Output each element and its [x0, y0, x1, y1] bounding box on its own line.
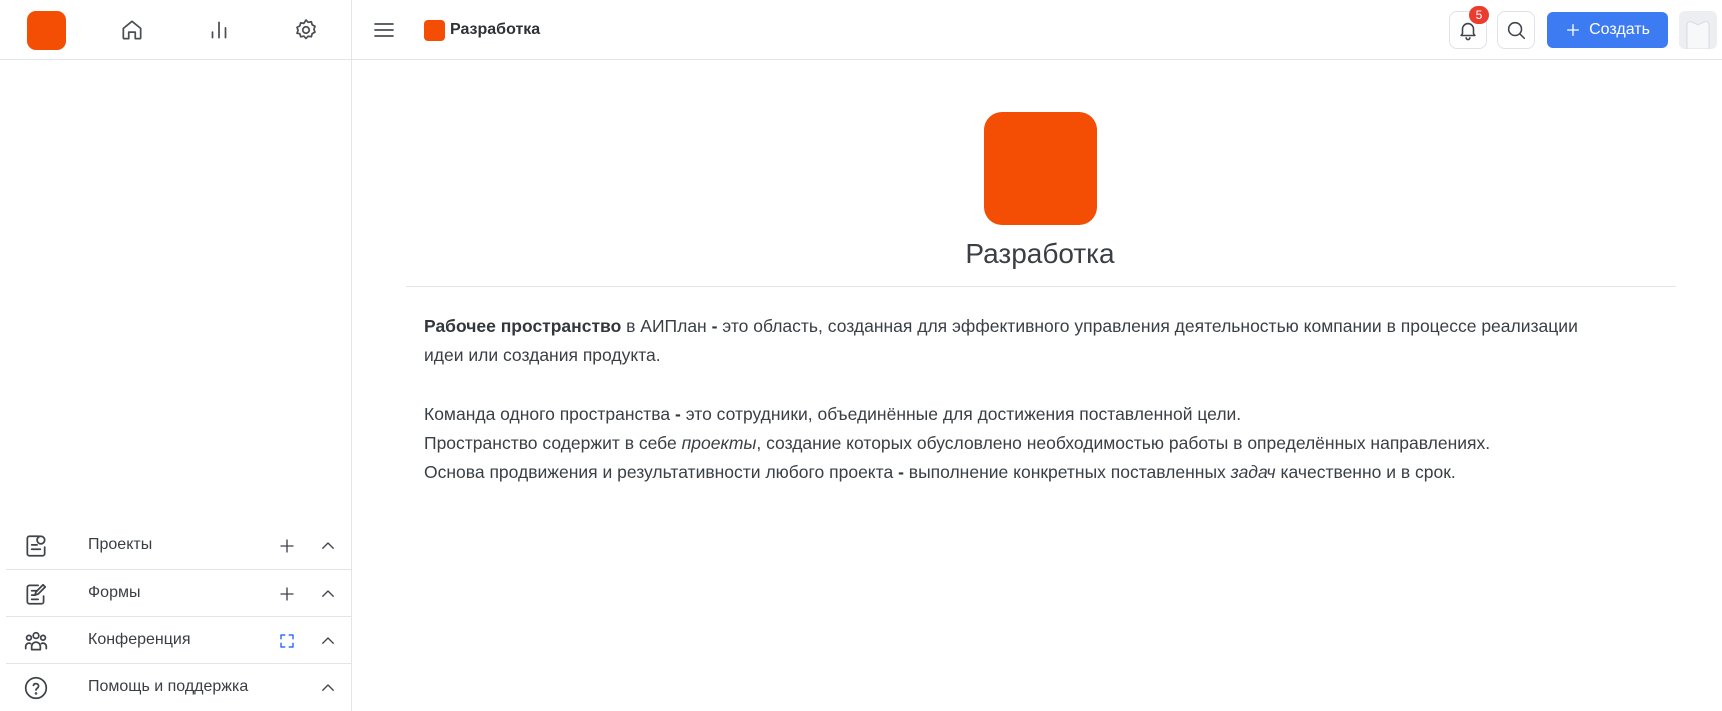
top-header: Разработка 5 Создать [352, 0, 1722, 60]
create-button-label: Создать [1589, 21, 1650, 38]
sidebar-top-bar [0, 0, 352, 60]
workspace-logo[interactable] [27, 11, 66, 50]
workspace-chip-icon [424, 20, 445, 41]
sidebar-item-help[interactable]: Помощь и поддержка [6, 663, 352, 709]
projects-icon [22, 532, 50, 560]
text-span: это сотрудники, объединённые для достиже… [680, 404, 1242, 424]
description-paragraph-2: Команда одного пространства - это сотруд… [424, 400, 1604, 429]
search-icon [1507, 21, 1526, 40]
description-paragraph-1: Рабочее пространство в АИПлан - это обла… [424, 312, 1604, 370]
sidebar-item-conference[interactable]: Конференция [6, 616, 352, 662]
chevron-up-icon[interactable] [316, 676, 340, 700]
bold-term: Рабочее пространство [424, 316, 622, 336]
text-span: , создание которых обусловлено необходим… [756, 433, 1491, 453]
workspace-description: Рабочее пространство в АИПлан - это обла… [424, 312, 1604, 487]
gear-icon[interactable] [290, 14, 322, 46]
divider [406, 286, 1676, 287]
sidebar-item-forms[interactable]: Формы [6, 569, 352, 615]
description-paragraph-3: Пространство содержит в себе проекты, со… [424, 429, 1604, 458]
text-span: в АИПлан [621, 316, 712, 336]
forms-icon [22, 580, 50, 608]
page-title: Разработка [965, 238, 1115, 269]
plus-icon [1567, 24, 1580, 36]
sidebar-item-projects[interactable]: Проекты [6, 522, 352, 568]
sidebar-item-label: Проекты [88, 536, 153, 553]
home-icon[interactable] [116, 14, 148, 46]
avatar[interactable] [1679, 11, 1717, 49]
notification-count-badge: 5 [1469, 6, 1489, 24]
chevron-up-icon[interactable] [316, 534, 340, 558]
text-span: Пространство содержит в себе [424, 433, 682, 453]
help-icon [22, 674, 50, 702]
chart-icon[interactable] [203, 14, 235, 46]
description-paragraph-4: Основа продвижения и результативности лю… [424, 458, 1604, 487]
chevron-up-icon[interactable] [316, 582, 340, 606]
text-span: Основа продвижения и результативности лю… [424, 462, 899, 482]
create-button[interactable]: Создать [1547, 12, 1668, 48]
breadcrumb-workspace[interactable]: Разработка [450, 21, 540, 39]
workspace-logo-large [984, 112, 1097, 225]
text-span: Команда одного пространства [424, 404, 676, 424]
text-span: выполнение конкретных поставленных [903, 462, 1231, 482]
add-form-button[interactable] [275, 582, 299, 606]
chevron-up-icon[interactable] [316, 629, 340, 653]
sidebar-item-label: Помощь и поддержка [88, 678, 249, 695]
italic-term: задач [1230, 462, 1276, 482]
expand-icon[interactable] [275, 629, 299, 653]
italic-term: проекты [681, 433, 757, 453]
people-icon [22, 627, 50, 655]
sidebar-item-label: Конференция [88, 631, 191, 648]
sidebar: Проекты Формы Конференция Помощь и подде… [0, 0, 352, 711]
menu-icon[interactable] [370, 16, 398, 44]
add-project-button[interactable] [275, 534, 299, 558]
text-span: качественно и в срок. [1275, 462, 1456, 482]
search-button[interactable] [1497, 11, 1535, 49]
sidebar-item-label: Формы [88, 584, 141, 601]
